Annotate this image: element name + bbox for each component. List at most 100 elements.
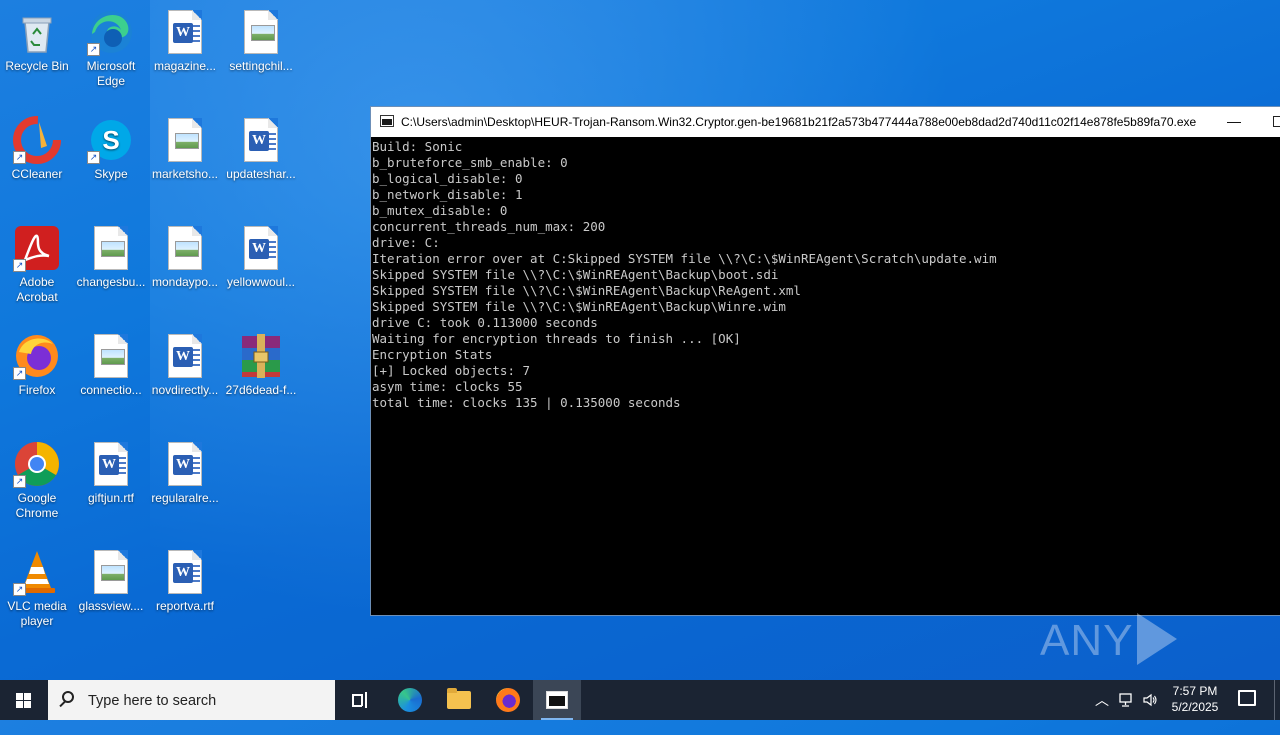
taskbar-search[interactable] (48, 680, 335, 720)
desktop-icon-label: connectio... (80, 383, 142, 397)
desktop-icon-file[interactable]: W reportva.rtf (148, 548, 222, 614)
svg-text:S: S (102, 125, 119, 155)
minimize-button[interactable]: — (1226, 114, 1242, 130)
chrome-icon: ↗ (13, 440, 61, 488)
desktop-icon-label: Microsoft Edge (86, 59, 136, 88)
console-line: b_network_disable: 1 (372, 187, 523, 202)
console-titlebar[interactable]: C:\Users\admin\Desktop\HEUR-Trojan-Ranso… (371, 107, 1280, 137)
taskbar-task-view[interactable] (336, 680, 384, 720)
desktop-icon-ccleaner[interactable]: ↗ CCleaner (0, 116, 74, 182)
taskbar-edge[interactable] (386, 680, 434, 720)
word-doc-icon: W (237, 224, 285, 272)
winrar-icon (237, 332, 285, 380)
taskbar-firefox[interactable] (484, 680, 532, 720)
desktop-icon-label: novdirectly... (151, 383, 219, 397)
desktop-icon-label: yellowwoul... (226, 275, 296, 289)
network-icon[interactable] (1118, 692, 1134, 708)
desktop-icon-file[interactable]: settingchil... (224, 8, 298, 74)
desktop-icon-file[interactable]: marketsho... (148, 116, 222, 182)
desktop-icon-label: marketsho... (151, 167, 219, 181)
console-app-icon (380, 115, 394, 127)
desktop-icon-label: settingchil... (229, 59, 293, 73)
desktop-icon-recycle-bin[interactable]: Recycle Bin (0, 8, 74, 74)
desktop-icon-label: reportva.rtf (155, 599, 215, 613)
shortcut-arrow-icon: ↗ (87, 43, 100, 56)
taskbar-console[interactable] (533, 680, 581, 720)
play-icon (1137, 613, 1178, 666)
firefox-icon (496, 688, 520, 712)
desktop-icon-file[interactable]: W yellowwoul... (224, 224, 298, 290)
desktop-icon-file[interactable]: changesbu... (74, 224, 148, 290)
maximize-button[interactable] (1271, 114, 1280, 128)
shortcut-arrow-icon: ↗ (13, 475, 26, 488)
desktop-icon-label: updateshar... (226, 167, 296, 181)
desktop-icon-adobe-acrobat[interactable]: ↗ Adobe Acrobat (0, 224, 74, 305)
word-doc-icon: W (161, 8, 209, 56)
word-doc-icon: W (161, 332, 209, 380)
console-line: Waiting for encryption threads to finish… (372, 331, 741, 346)
image-doc-icon (87, 548, 135, 596)
taskbar-clock[interactable]: 7:57 PM 5/2/2025 (1160, 683, 1230, 715)
desktop-icon-label: magazine... (153, 59, 217, 73)
start-button[interactable] (0, 680, 48, 720)
edge-icon (398, 688, 422, 712)
desktop-icon-vlc[interactable]: ↗ VLC media player (0, 548, 74, 629)
search-input[interactable] (86, 689, 330, 713)
console-line: b_mutex_disable: 0 (372, 203, 508, 218)
word-doc-icon: W (161, 548, 209, 596)
shortcut-arrow-icon: ↗ (13, 259, 26, 272)
desktop-icon-file[interactable]: W giftjun.rtf (74, 440, 148, 506)
desktop-icon-label: Recycle Bin (5, 59, 69, 73)
vlc-icon: ↗ (13, 548, 61, 596)
console-line: concurrent_threads_num_max: 200 (372, 219, 606, 234)
chevron-up-icon[interactable]: ︿ (1094, 692, 1110, 708)
desktop-icon-file[interactable]: W updateshar... (224, 116, 298, 182)
console-output[interactable]: Build: Sonic b_bruteforce_smb_enable: 0 … (371, 137, 1280, 615)
desktop-icon-label: glassview.... (78, 599, 144, 613)
desktop-icon-file[interactable]: W novdirectly... (148, 332, 222, 398)
desktop-icon-label: Firefox (18, 383, 56, 397)
desktop-icon-label: regularalre... (151, 491, 219, 505)
console-icon (546, 691, 568, 709)
anyrun-watermark: ANYRUN (1040, 610, 1240, 728)
notification-icon[interactable] (1238, 690, 1256, 706)
console-line: Skipped SYSTEM file \\?\C:\$WinREAgent\B… (372, 299, 786, 314)
console-line: Iteration error over at C:Skipped SYSTEM… (372, 251, 997, 266)
desktop-icon-label: giftjun.rtf (87, 491, 135, 505)
taskbar-file-explorer[interactable] (435, 680, 483, 720)
volume-icon[interactable] (1142, 692, 1158, 708)
show-desktop-button[interactable] (1274, 680, 1280, 720)
acrobat-icon: ↗ (13, 224, 61, 272)
watermark-text-left: ANY (1040, 616, 1134, 665)
desktop-icon-label: VLC media player (7, 599, 67, 628)
desktop-icon-firefox[interactable]: ↗ Firefox (0, 332, 74, 398)
shortcut-arrow-icon: ↗ (13, 367, 26, 380)
desktop-icon-file[interactable]: connectio... (74, 332, 148, 398)
desktop-icon-label: changesbu... (76, 275, 146, 289)
console-window[interactable]: C:\Users\admin\Desktop\HEUR-Trojan-Ranso… (370, 106, 1280, 616)
image-doc-icon (87, 332, 135, 380)
desktop-icon-skype[interactable]: S ↗ Skype (74, 116, 148, 182)
console-line: Build: Sonic (372, 139, 463, 154)
desktop-icon-file[interactable]: mondaypo... (148, 224, 222, 290)
shortcut-arrow-icon: ↗ (13, 583, 26, 596)
skype-icon: S ↗ (87, 116, 135, 164)
console-line: drive: C: (372, 235, 440, 250)
desktop-icon-label: mondaypo... (151, 275, 219, 289)
console-line: Encryption Stats (372, 347, 493, 362)
desktop-icon-file[interactable]: W regularalre... (148, 440, 222, 506)
image-doc-icon (87, 224, 135, 272)
desktop-icon-file[interactable]: glassview.... (74, 548, 148, 614)
word-doc-icon: W (87, 440, 135, 488)
desktop-icon-google-chrome[interactable]: ↗ Google Chrome (0, 440, 74, 521)
desktop-icon-label: Google Chrome (15, 491, 59, 520)
firefox-icon: ↗ (13, 332, 61, 380)
image-doc-icon (161, 116, 209, 164)
desktop-icon-archive[interactable]: 27d6dead-f... (224, 332, 298, 398)
console-line: total time: clocks 135 | 0.135000 second… (372, 395, 681, 410)
image-doc-icon (161, 224, 209, 272)
word-doc-icon: W (161, 440, 209, 488)
desktop-icon-microsoft-edge[interactable]: ↗ Microsoft Edge (74, 8, 148, 89)
console-line: drive C: took 0.113000 seconds (372, 315, 598, 330)
desktop-icon-file[interactable]: W magazine... (148, 8, 222, 74)
